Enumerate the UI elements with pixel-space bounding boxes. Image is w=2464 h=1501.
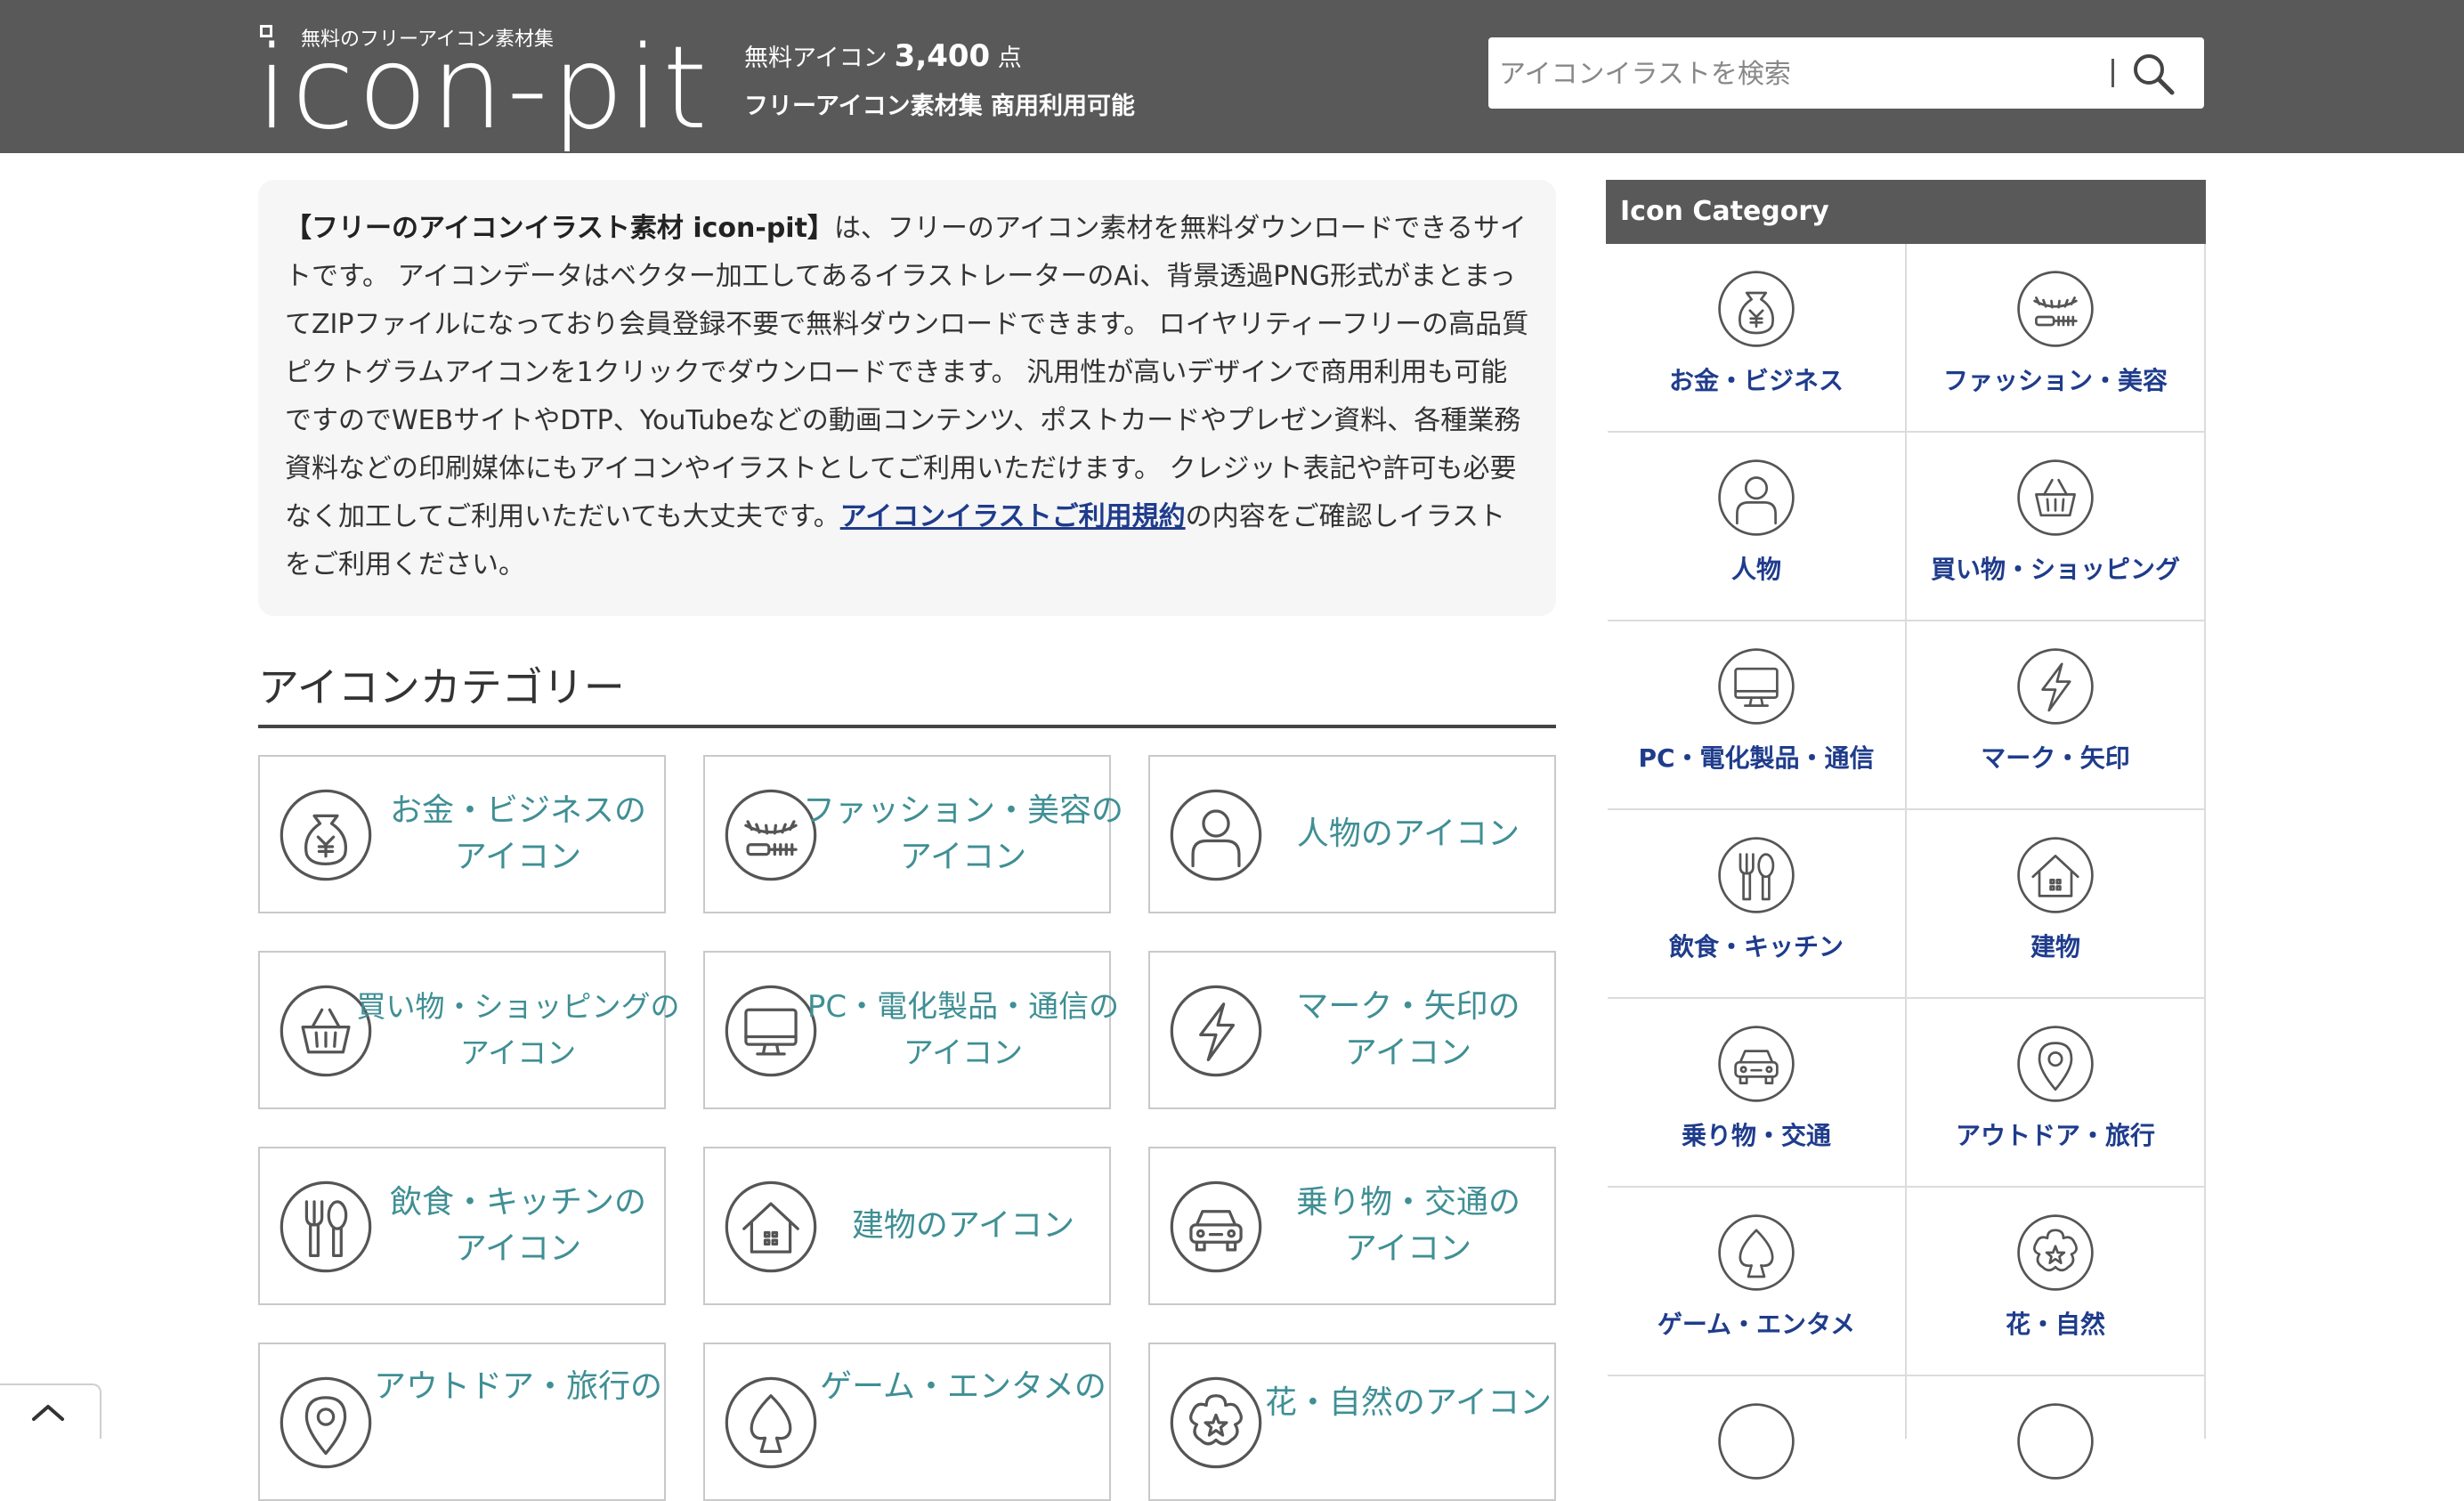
sidebar-item-building[interactable]: 建物 bbox=[1907, 810, 2206, 999]
sidebar-item-label: 人物 bbox=[1730, 555, 1781, 584]
spade-icon bbox=[1718, 1214, 1795, 1291]
sidebar-item-label: 建物 bbox=[2030, 932, 2080, 961]
sidebar-item-food[interactable]: 飲食・キッチン bbox=[1608, 810, 1907, 999]
category-card-pc[interactable]: PC・電化製品・通信の アイコン bbox=[703, 951, 1120, 1109]
category-card-shopping[interactable]: 買い物・ショッピングの アイコン bbox=[258, 951, 680, 1109]
partial-icon bbox=[1718, 1403, 1795, 1480]
sidebar-item-money[interactable]: お金・ビジネス bbox=[1608, 244, 1907, 433]
sidebar-item-label: お金・ビジネス bbox=[1668, 366, 1844, 395]
category-card-label: 花・自然のアイコン bbox=[1264, 1384, 1552, 1421]
sidebar-item-pc[interactable]: PC・電化製品・通信 bbox=[1608, 621, 1907, 810]
icon-count-value: 3,400 bbox=[894, 38, 991, 74]
category-card-label: ゲーム・エンタメの bbox=[820, 1368, 1106, 1405]
header-subline: フリーアイコン素材集 商用利用可能 bbox=[744, 93, 1135, 120]
person-icon bbox=[1170, 789, 1262, 881]
search-input[interactable] bbox=[1497, 37, 2079, 110]
fork-spoon-icon bbox=[280, 1181, 372, 1273]
intro-lead: 【フリーのアイコンイラスト素材 icon-pit】 bbox=[285, 213, 834, 244]
category-card-label: 乗り物・交通の アイコン bbox=[1295, 1184, 1520, 1267]
sidebar-item-label: 乗り物・交通 bbox=[1681, 1121, 1831, 1150]
sidebar-item-label: ファッション・美容 bbox=[1942, 366, 2168, 395]
sidebar-item-label: 買い物・ショッピング bbox=[1930, 555, 2180, 584]
sidebar-item-partial[interactable] bbox=[1608, 1376, 1907, 1480]
sidebar-item-label: ゲーム・エンタメ bbox=[1657, 1310, 1856, 1339]
car-icon bbox=[1718, 1026, 1795, 1102]
category-card-label: PC・電化製品・通信の アイコン bbox=[806, 989, 1120, 1071]
category-card-label: 建物のアイコン bbox=[851, 1207, 1075, 1244]
house-icon bbox=[725, 1181, 817, 1273]
money-bag-icon bbox=[1718, 271, 1795, 347]
partial-icon bbox=[2017, 1403, 2094, 1480]
sidebar-item-partial[interactable] bbox=[1907, 1376, 2206, 1480]
lightning-icon bbox=[1170, 985, 1262, 1077]
category-card-outdoor[interactable]: アウトドア・旅行の bbox=[258, 1343, 666, 1501]
search-box bbox=[1488, 37, 2204, 110]
category-card-label: マーク・矢印の アイコン bbox=[1296, 988, 1520, 1071]
person-icon bbox=[1718, 459, 1795, 536]
category-card-vehicle[interactable]: 乗り物・交通の アイコン bbox=[1148, 1147, 1556, 1305]
sidebar-item-game[interactable]: ゲーム・エンタメ bbox=[1608, 1188, 1907, 1376]
lightning-icon bbox=[2017, 648, 2094, 725]
flower-icon bbox=[1170, 1376, 1262, 1469]
icon-count-line: 無料アイコン 3,400 点 bbox=[744, 32, 1135, 83]
category-card-label: 飲食・キッチンの アイコン bbox=[389, 1184, 646, 1267]
sidebar-item-label: アウトドア・旅行 bbox=[1955, 1121, 2155, 1150]
category-card-label: アウトドア・旅行の bbox=[374, 1368, 663, 1405]
category-card-fashion[interactable]: ファッション・美容の アイコン bbox=[703, 755, 1124, 913]
sidebar-item-label: PC・電化製品・通信 bbox=[1638, 743, 1875, 773]
header-info: 無料アイコン 3,400 点 フリーアイコン素材集 商用利用可能 bbox=[744, 32, 1135, 131]
category-card-label: お金・ビジネスの アイコン bbox=[389, 792, 646, 875]
category-card-game[interactable]: ゲーム・エンタメの bbox=[703, 1343, 1111, 1501]
sidebar-item-label: マーク・矢印 bbox=[1981, 743, 2130, 773]
money-bag-icon bbox=[280, 789, 372, 881]
search-divider bbox=[2111, 59, 2114, 87]
intro-text: 【フリーのアイコンイラスト素材 icon-pit】は、フリーのアイコン素材を無料… bbox=[285, 205, 1531, 589]
sidebar-item-shopping[interactable]: 買い物・ショッピング bbox=[1907, 433, 2206, 621]
category-card-building[interactable]: 建物のアイコン bbox=[703, 1147, 1111, 1305]
back-to-top-button[interactable] bbox=[0, 1383, 101, 1439]
sidebar-item-label: 飲食・キッチン bbox=[1668, 932, 1844, 961]
category-card-mark[interactable]: マーク・矢印の アイコン bbox=[1148, 951, 1556, 1109]
sidebar-item-person[interactable]: 人物 bbox=[1608, 433, 1907, 621]
map-pin-icon bbox=[280, 1376, 372, 1469]
monitor-icon bbox=[725, 985, 817, 1077]
icon-count-unit: 点 bbox=[997, 45, 1022, 72]
map-pin-icon bbox=[2017, 1026, 2094, 1102]
sidebar-item-outdoor[interactable]: アウトドア・旅行 bbox=[1907, 999, 2206, 1188]
fork-spoon-icon bbox=[1718, 837, 1795, 913]
sidebar-title: Icon Category bbox=[1606, 180, 2206, 244]
icon-count-label: 無料アイコン bbox=[744, 45, 888, 72]
intro-box: 【フリーのアイコンイラスト素材 icon-pit】は、フリーのアイコン素材を無料… bbox=[258, 180, 1556, 616]
logo-text: icon-pit bbox=[256, 22, 711, 155]
flower-icon bbox=[2017, 1214, 2094, 1291]
section-title: アイコンカテゴリー bbox=[258, 663, 625, 711]
car-icon bbox=[1170, 1181, 1262, 1273]
search-icon[interactable] bbox=[2128, 48, 2181, 98]
category-card-money[interactable]: お金・ビジネスの アイコン bbox=[258, 755, 666, 913]
category-card-label: 買い物・ショッピングの アイコン bbox=[356, 989, 680, 1070]
sidebar-item-vehicle[interactable]: 乗り物・交通 bbox=[1608, 999, 1907, 1188]
category-card-person[interactable]: 人物のアイコン bbox=[1148, 755, 1556, 913]
site-logo[interactable]: 無料のフリーアイコン素材集 icon-pit bbox=[256, 18, 708, 151]
sidebar-item-flower[interactable]: 花・自然 bbox=[1907, 1188, 2206, 1376]
spade-icon bbox=[725, 1376, 817, 1469]
site-header: 無料のフリーアイコン素材集 icon-pit 無料アイコン 3,400 点 フリー… bbox=[0, 0, 2464, 153]
house-icon bbox=[2017, 837, 2094, 913]
section-divider bbox=[258, 725, 1556, 728]
category-card-food[interactable]: 飲食・キッチンの アイコン bbox=[258, 1147, 666, 1305]
sidebar-item-mark[interactable]: マーク・矢印 bbox=[1907, 621, 2206, 810]
sidebar-item-fashion[interactable]: ファッション・美容 bbox=[1907, 244, 2206, 433]
terms-link[interactable]: アイコンイラストご利用規約 bbox=[840, 501, 1186, 532]
basket-icon bbox=[2017, 459, 2094, 536]
category-card-label: ファッション・美容の アイコン bbox=[803, 792, 1124, 875]
intro-body-1: は、フリーのアイコン素材を無料ダウンロードできるサイトです。 アイコンデータはベ… bbox=[285, 213, 1529, 532]
chevron-up-icon bbox=[32, 1405, 64, 1421]
category-card-flower[interactable]: 花・自然のアイコン bbox=[1148, 1343, 1556, 1501]
eyelash-icon bbox=[2017, 271, 2094, 347]
category-card-label: 人物のアイコン bbox=[1296, 815, 1520, 852]
monitor-icon bbox=[1718, 648, 1795, 725]
sidebar-item-label: 花・自然 bbox=[2005, 1310, 2105, 1339]
